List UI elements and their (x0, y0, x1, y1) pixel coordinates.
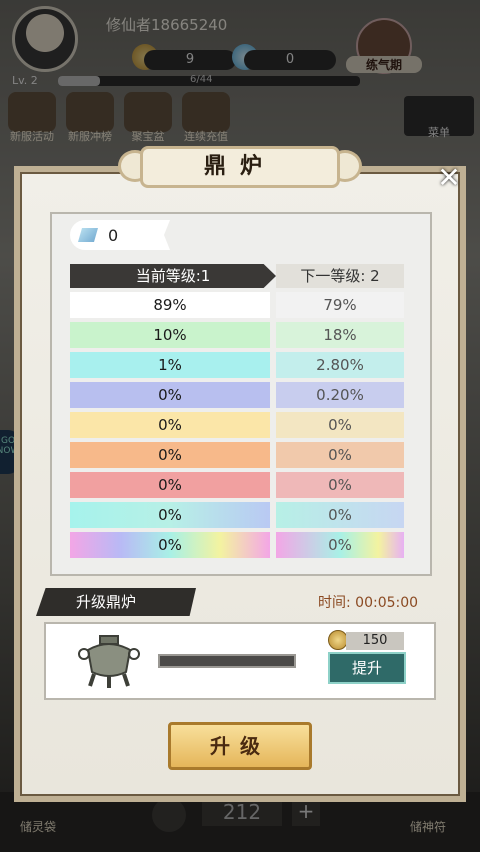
rate-current: 10% (70, 322, 270, 348)
close-icon[interactable]: ✕ (434, 164, 464, 194)
furnace-icon (78, 635, 140, 688)
rate-current: 1% (70, 352, 270, 378)
gem-count: 0 (108, 226, 119, 245)
rate-current: 89% (70, 292, 270, 318)
rate-current: 0% (70, 442, 270, 468)
rate-next: 0.20% (276, 382, 404, 408)
rate-current: 0% (70, 382, 270, 408)
header-next-level: 下一等级: 2 (276, 264, 404, 288)
rate-next: 0% (276, 442, 404, 468)
rate-current: 0% (70, 532, 270, 558)
rate-next: 0% (276, 532, 404, 558)
header-current-level: 当前等级:1 (70, 264, 276, 288)
upgrade-button[interactable]: 升级 (168, 722, 312, 770)
upgrade-timer: 时间: 00:05:00 (318, 595, 419, 611)
rate-next: 2.80% (276, 352, 404, 378)
rate-next: 0% (276, 412, 404, 438)
rate-next: 0% (276, 472, 404, 498)
boost-button[interactable]: 提升 (328, 652, 406, 684)
upgrade-section-label: 升级鼎炉 (36, 588, 196, 616)
upgrade-progress-bar (158, 654, 296, 668)
rate-next: 18% (276, 322, 404, 348)
dialog-title: 鼎炉 (140, 146, 340, 188)
rate-next: 79% (276, 292, 404, 318)
rate-current: 0% (70, 502, 270, 528)
rate-current: 0% (70, 472, 270, 498)
coin-cost: 150 (346, 632, 404, 650)
coin-icon (328, 630, 348, 650)
rate-next: 0% (276, 502, 404, 528)
rate-current: 0% (70, 412, 270, 438)
